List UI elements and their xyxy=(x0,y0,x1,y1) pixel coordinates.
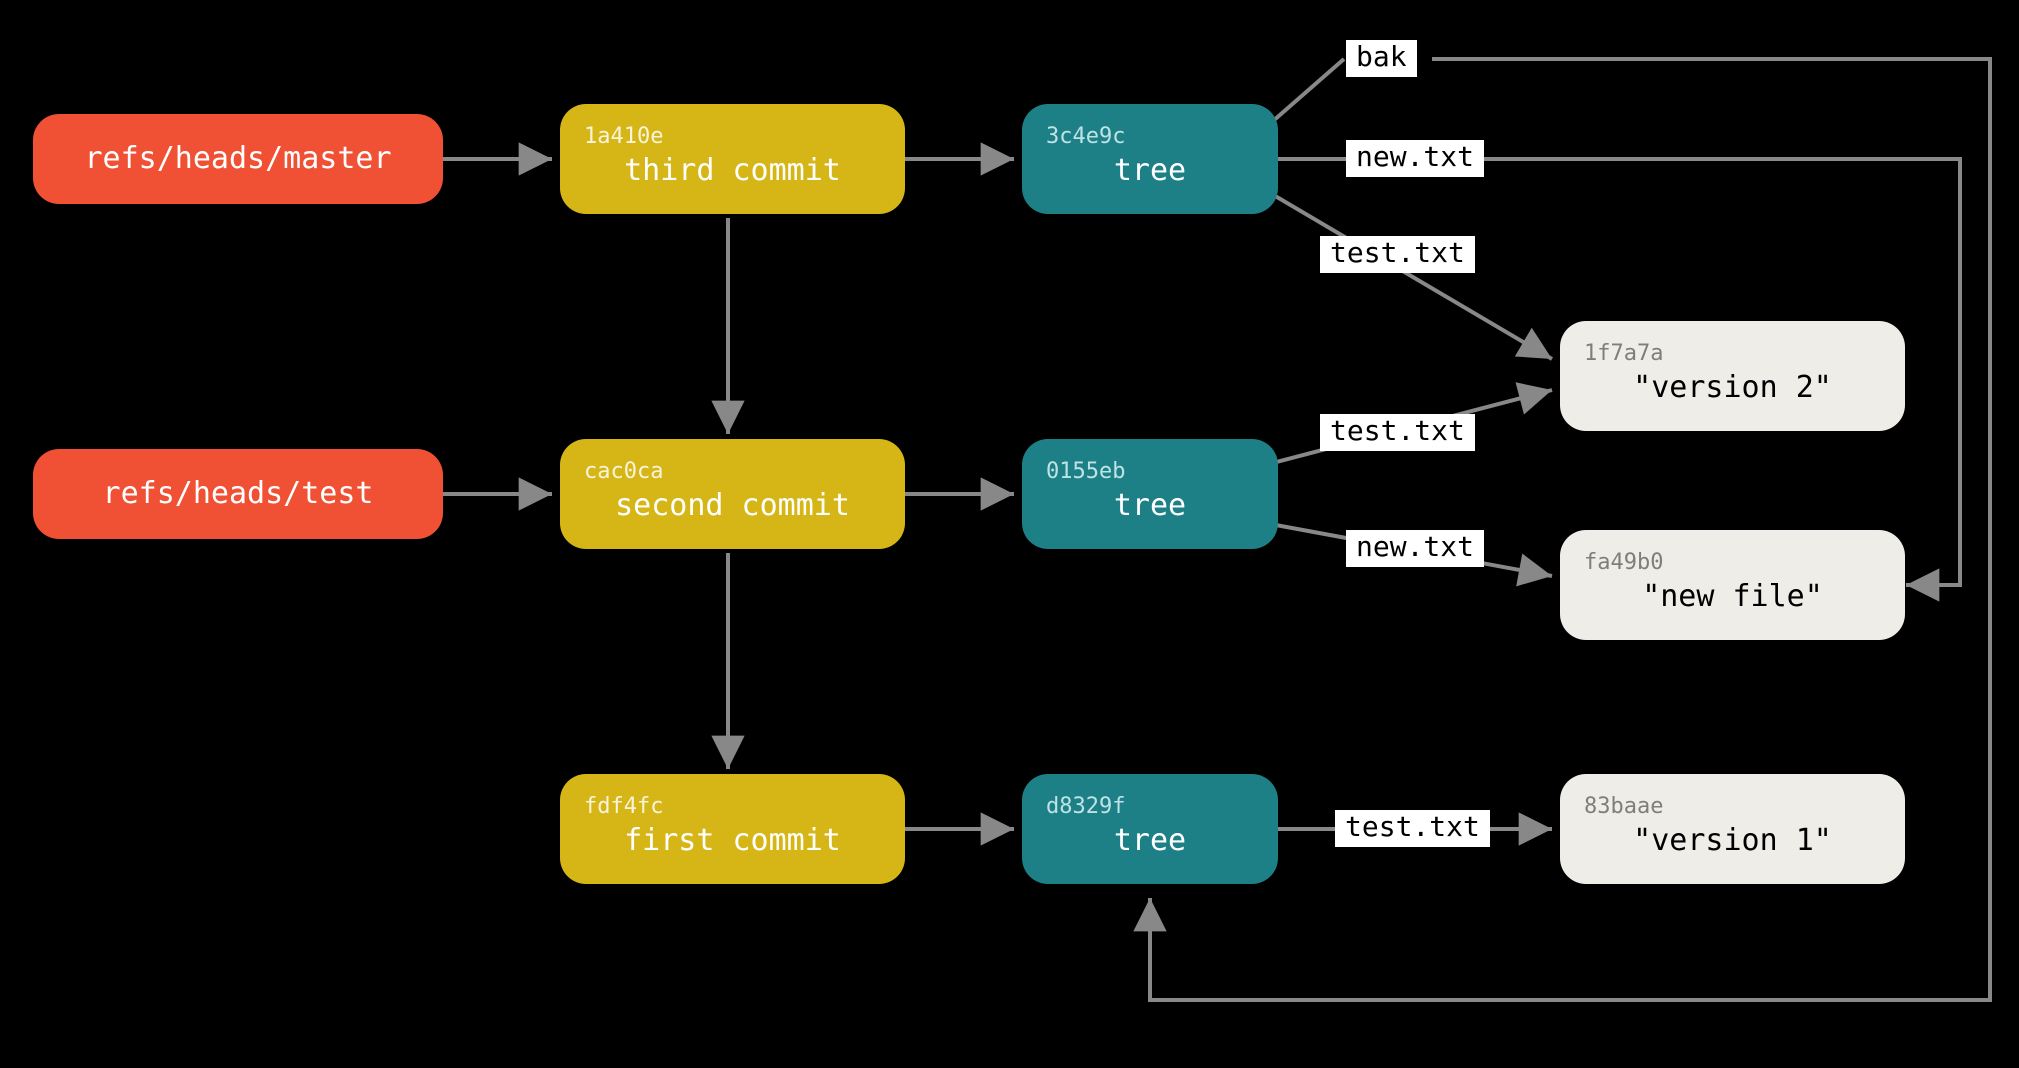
edge-tree3-bak-seg xyxy=(1265,59,1344,128)
commit-first-hash: fdf4fc xyxy=(584,796,881,818)
blob-83baae: 83baae "version 1" xyxy=(1560,774,1905,884)
blob-1f7a7a-label: "version 2" xyxy=(1633,371,1832,404)
commit-second: cac0ca second commit xyxy=(560,439,905,549)
ref-test-label: refs/heads/test xyxy=(103,479,374,509)
blob-fa49b0: fa49b0 "new file" xyxy=(1560,530,1905,640)
edge-label-newtxt-tree3: new.txt xyxy=(1346,140,1484,177)
blob-83baae-hash: 83baae xyxy=(1584,796,1881,818)
commit-second-hash: cac0ca xyxy=(584,461,881,483)
blob-1f7a7a-hash: 1f7a7a xyxy=(1584,343,1881,365)
edge-label-testtxt-tree2: test.txt xyxy=(1320,414,1475,451)
commit-third: 1a410e third commit xyxy=(560,104,905,214)
tree-d8329f-label: tree xyxy=(1114,824,1186,857)
commit-first-label: first commit xyxy=(624,824,841,857)
blob-fa49b0-hash: fa49b0 xyxy=(1584,552,1881,574)
ref-master: refs/heads/master xyxy=(33,114,443,204)
blob-1f7a7a: 1f7a7a "version 2" xyxy=(1560,321,1905,431)
tree-3c4e9c-label: tree xyxy=(1114,154,1186,187)
edge-label-testtxt-tree1: test.txt xyxy=(1335,810,1490,847)
tree-0155eb: 0155eb tree xyxy=(1022,439,1278,549)
git-object-diagram: refs/heads/master refs/heads/test 1a410e… xyxy=(0,0,2019,1068)
blob-83baae-label: "version 1" xyxy=(1633,824,1832,857)
blob-fa49b0-label: "new file" xyxy=(1642,580,1823,613)
ref-test: refs/heads/test xyxy=(33,449,443,539)
tree-3c4e9c: 3c4e9c tree xyxy=(1022,104,1278,214)
commit-first: fdf4fc first commit xyxy=(560,774,905,884)
tree-0155eb-label: tree xyxy=(1114,489,1186,522)
edge-label-testtxt-tree3: test.txt xyxy=(1320,236,1475,273)
edge-label-bak: bak xyxy=(1346,40,1417,77)
tree-d8329f-hash: d8329f xyxy=(1046,796,1254,818)
commit-second-label: second commit xyxy=(615,489,850,522)
tree-3c4e9c-hash: 3c4e9c xyxy=(1046,126,1254,148)
tree-0155eb-hash: 0155eb xyxy=(1046,461,1254,483)
edge-tree3-testtxt xyxy=(1265,190,1552,359)
ref-master-label: refs/heads/master xyxy=(84,144,391,174)
commit-third-label: third commit xyxy=(624,154,841,187)
edge-label-newtxt-tree2: new.txt xyxy=(1346,530,1484,567)
tree-d8329f: d8329f tree xyxy=(1022,774,1278,884)
commit-third-hash: 1a410e xyxy=(584,126,881,148)
